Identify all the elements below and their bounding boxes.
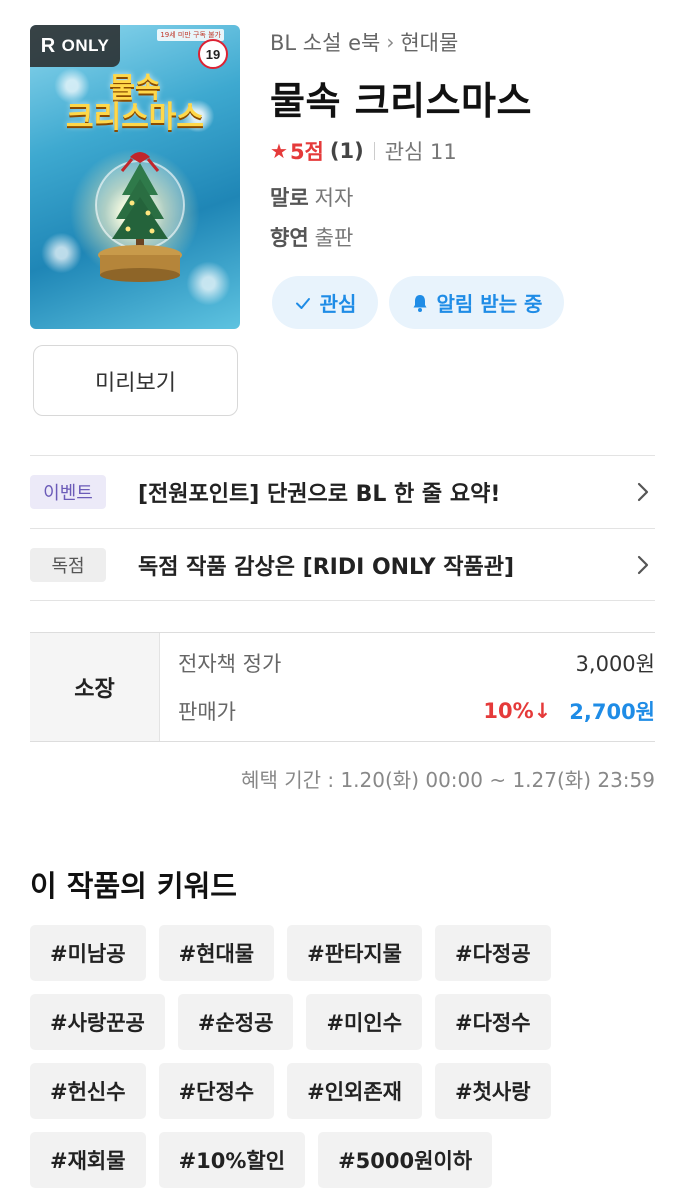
rating-row: ★ 5점 (1) 관심 11 bbox=[270, 136, 457, 166]
publisher-row: 향연 출판 bbox=[270, 222, 353, 252]
preview-button[interactable]: 미리보기 bbox=[33, 345, 238, 416]
keyword-chip[interactable]: #판타지물 bbox=[287, 925, 423, 981]
book-title: 물속 크리스마스 bbox=[270, 79, 532, 123]
keyword-chip[interactable]: #재회물 bbox=[30, 1132, 146, 1188]
publisher-suffix: 출판 bbox=[314, 226, 354, 250]
benefit-period: 혜택 기간 : 1.20(화) 00:00 ~ 1.27(화) 23:59 bbox=[241, 768, 655, 792]
keyword-chip[interactable]: #순정공 bbox=[177, 994, 294, 1050]
interest-count: 관심 11 bbox=[384, 140, 457, 164]
breadcrumb-subcategory[interactable]: 현대물 bbox=[400, 27, 458, 57]
ridi-only-label: ONLY bbox=[61, 36, 110, 55]
keyword-chip[interactable]: #미남공 bbox=[30, 925, 146, 981]
list-price-label: 전자책 정가 bbox=[178, 652, 282, 676]
event-tag: 이벤트 bbox=[30, 475, 106, 509]
alarm-button[interactable]: 알림 받는 중 bbox=[389, 276, 564, 329]
cover-title-line1: 물속 bbox=[109, 71, 161, 104]
check-icon bbox=[295, 297, 310, 309]
ridi-only-badge: R ONLY bbox=[30, 25, 120, 67]
exclusive-tag: 독점 bbox=[30, 548, 106, 582]
keyword-chip[interactable]: #미인수 bbox=[306, 994, 423, 1050]
sale-price-value: 2,700원 bbox=[569, 700, 655, 724]
chevron-right-icon bbox=[637, 482, 649, 502]
alarm-button-label: 알림 받는 중 bbox=[436, 292, 543, 316]
keyword-chip[interactable]: #첫사랑 bbox=[435, 1063, 551, 1119]
keyword-chip[interactable]: #다정공 bbox=[435, 925, 551, 981]
ownership-label: 소장 bbox=[30, 633, 160, 741]
ridi-r-logo-icon: R bbox=[40, 34, 56, 57]
notice-exclusive-text: 독점 작품 감상은 [RIDI ONLY 작품관] bbox=[138, 555, 515, 580]
author-row: 말로 저자 bbox=[270, 182, 353, 212]
keyword-chip[interactable]: #10%할인 bbox=[158, 1132, 306, 1188]
list-price-row: 전자책 정가 3,000원 bbox=[178, 648, 655, 678]
keyword-chip[interactable]: #사랑꾼공 bbox=[30, 994, 165, 1050]
publisher-name[interactable]: 향연 bbox=[270, 226, 309, 250]
book-cover[interactable]: R ONLY 19세 미만 구독 불가 19 물속 크리스마스 bbox=[30, 25, 240, 329]
sale-price-row: 판매가 10%↓ 2,700원 bbox=[178, 696, 655, 726]
divider bbox=[373, 142, 375, 160]
notice-exclusive-row[interactable]: 독점 독점 작품 감상은 [RIDI ONLY 작품관] bbox=[30, 529, 655, 601]
keyword-chip[interactable]: #다정수 bbox=[435, 994, 551, 1050]
interest-button[interactable]: 관심 bbox=[272, 276, 378, 329]
interest-button-label: 관심 bbox=[319, 292, 357, 316]
keyword-chip[interactable]: #현대물 bbox=[158, 925, 275, 981]
cover-title-line2: 크리스마스 bbox=[66, 100, 204, 136]
keyword-list: #미남공 #현대물 #판타지물 #다정공 #사랑꾼공 #순정공 #미인수 #다정… bbox=[30, 925, 660, 1188]
list-price-value: 3,000원 bbox=[575, 652, 655, 676]
bell-icon bbox=[413, 294, 427, 312]
discount-rate: 10%↓ bbox=[483, 699, 552, 723]
keyword-chip[interactable]: #단정수 bbox=[158, 1063, 275, 1119]
keyword-chip[interactable]: #헌신수 bbox=[30, 1063, 146, 1119]
keyword-chip[interactable]: #5000원이하 bbox=[318, 1132, 493, 1188]
age-rating-badge: 19 bbox=[198, 39, 228, 69]
author-name[interactable]: 말로 bbox=[270, 186, 309, 210]
rating-count[interactable]: (1) bbox=[330, 139, 364, 163]
breadcrumb-separator-icon: › bbox=[386, 30, 395, 54]
breadcrumb-category[interactable]: BL 소설 e북 bbox=[270, 27, 380, 57]
chevron-right-icon bbox=[637, 555, 649, 575]
notice-event-row[interactable]: 이벤트 [전원포인트] 단권으로 BL 한 줄 요약! bbox=[30, 456, 655, 528]
sale-price-label: 판매가 bbox=[178, 700, 236, 724]
keywords-title: 이 작품의 키워드 bbox=[30, 869, 237, 903]
divider bbox=[30, 600, 655, 601]
keyword-chip[interactable]: #인외존재 bbox=[287, 1063, 423, 1119]
snow-globe-tree-illustration bbox=[95, 152, 185, 282]
price-table: 소장 전자책 정가 3,000원 판매가 10%↓ 2,700원 bbox=[30, 632, 655, 742]
price-rows: 전자책 정가 3,000원 판매가 10%↓ 2,700원 bbox=[160, 633, 655, 741]
breadcrumb: BL 소설 e북 › 현대물 bbox=[270, 27, 458, 57]
rating-score[interactable]: 5점 bbox=[290, 136, 324, 166]
author-suffix: 저자 bbox=[314, 186, 354, 210]
notice-event-text: [전원포인트] 단권으로 BL 한 줄 요약! bbox=[138, 482, 501, 507]
star-icon: ★ bbox=[270, 139, 288, 163]
cover-title: 물속 크리스마스 bbox=[30, 73, 240, 134]
